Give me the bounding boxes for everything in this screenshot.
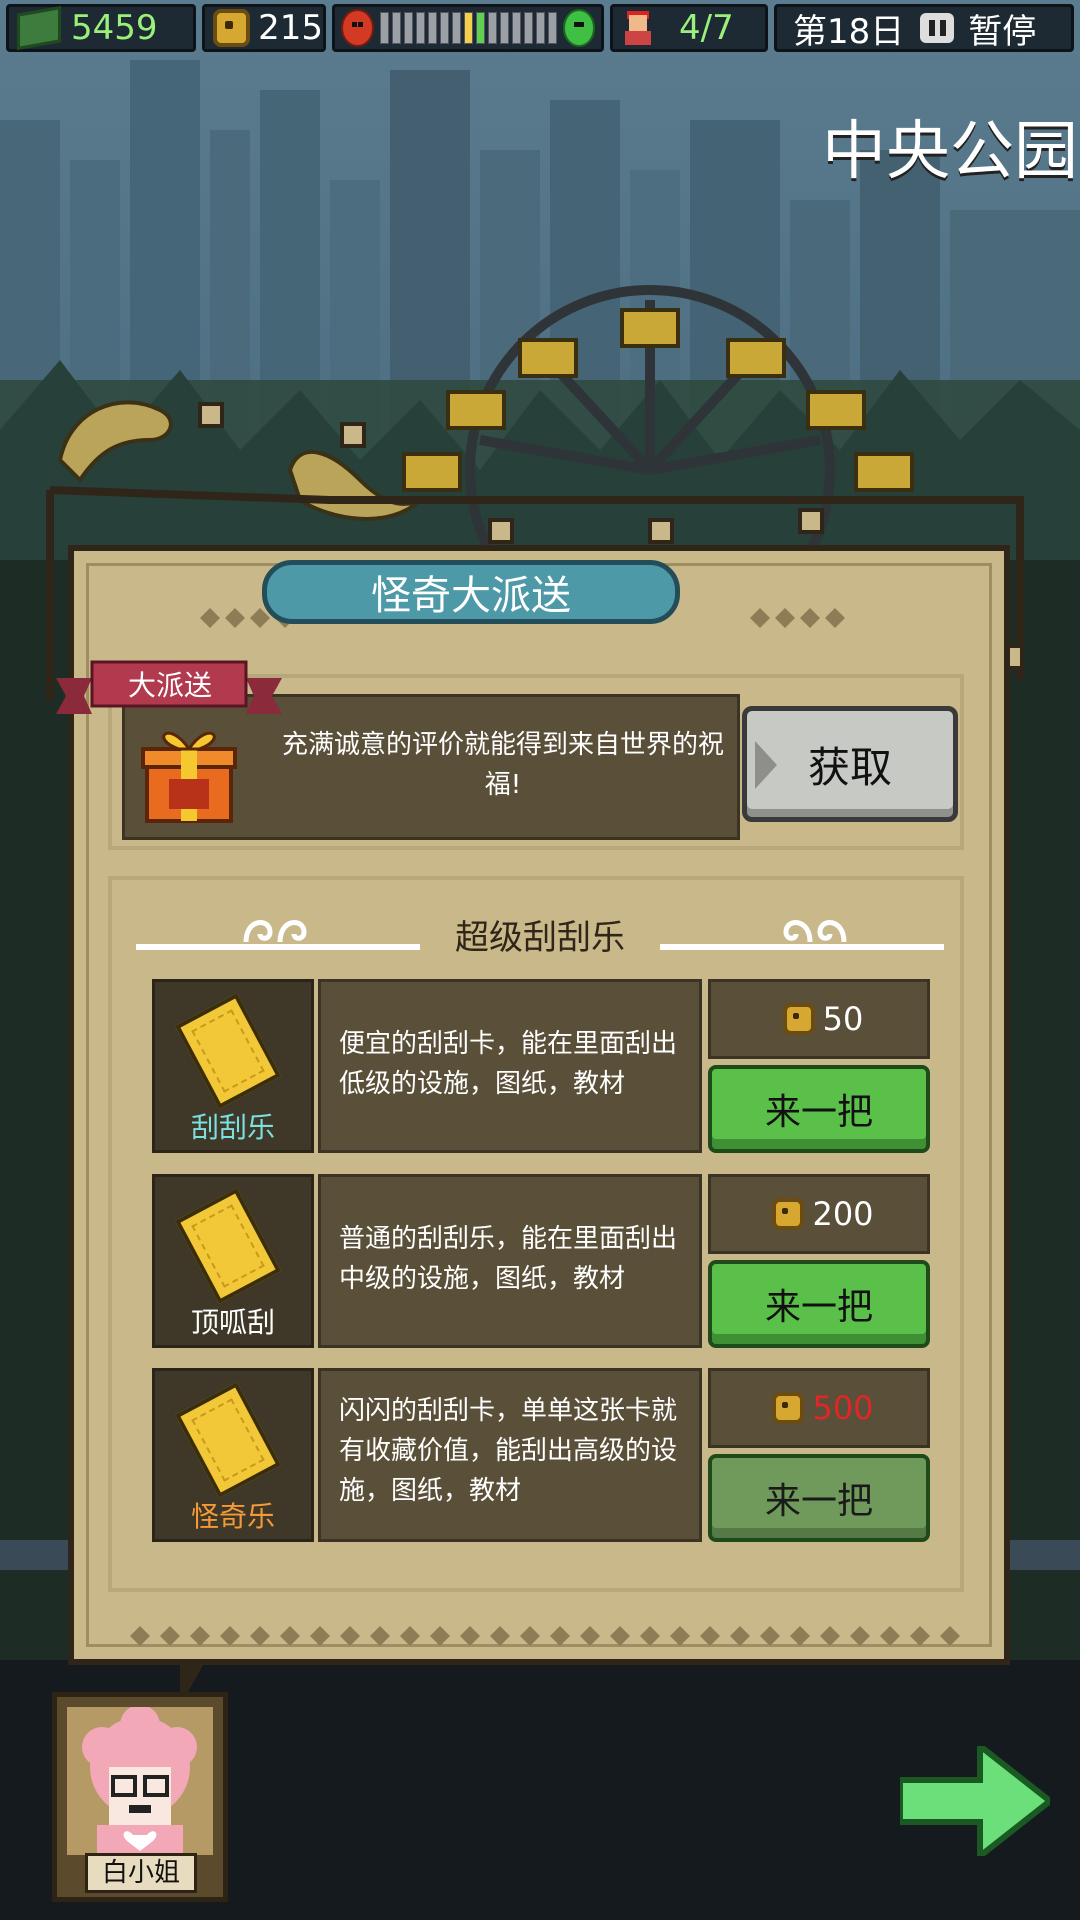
section-title: 超级刮刮乐 [455,918,625,958]
coin-icon [772,1198,805,1230]
pause-label[interactable]: 暂停 [968,4,1036,53]
scratch-item: 刮刮乐 便宜的刮刮卡，能在里面刮出低级的设施，图纸，教材 50 来一把 [152,979,930,1153]
price-value: 200 [812,1195,874,1233]
swirl-left-icon [243,920,307,943]
scratch-card-icon [175,993,281,1109]
scratch-item: 怪奇乐 闪闪的刮刮卡，单单这张卡就有收藏价值，能刮出高级的设施，图纸，教材 50… [152,1368,930,1542]
angry-face-icon [341,9,374,47]
cash-icon [17,6,61,50]
avatar [82,1707,197,1855]
staff-counter: 4/7 [610,4,768,52]
mood-bar [379,12,557,44]
scratch-card-icon [175,1188,281,1304]
get-reward-button[interactable]: 获取 [742,706,958,822]
scratch-item: 顶呱刮 普通的刮刮乐，能在里面刮出中级的设施，图纸，教材 200 来一把 [152,1174,930,1348]
buy-button[interactable]: 来一把 [708,1454,930,1542]
gift-icon [141,731,237,823]
cash-value: 5459 [71,8,158,48]
price-value: 500 [812,1389,874,1427]
happy-face-icon [562,9,595,47]
item-thumbnail: 怪奇乐 [152,1368,314,1542]
coin-icon [772,1392,805,1424]
get-reward-label: 获取 [807,742,892,792]
panel-title: 怪奇大派送 [262,560,680,624]
item-price: 500 [708,1368,930,1448]
pause-button[interactable] [920,13,955,43]
mood-meter [332,4,604,52]
price-value: 50 [822,1000,864,1038]
panel-bottom-decoration [130,1626,960,1646]
item-name: 刮刮乐 [190,1111,275,1144]
day-display: 第18日 暂停 [774,4,1074,52]
swirl-right-icon [783,920,847,943]
coin-counter: 215 [202,4,326,52]
pause-icon [928,20,935,36]
staff-icon [623,11,653,45]
day-value: 第18日 [793,11,905,52]
location-title: 中央公园 [822,115,1078,189]
npc-portrait[interactable]: 白小姐 [52,1692,228,1902]
item-name: 顶呱刮 [190,1306,275,1339]
item-description: 闪闪的刮刮卡，单单这张卡就有收藏价值，能刮出高级的设施，图纸，教材 [318,1368,702,1542]
buy-button[interactable]: 来一把 [708,1260,930,1348]
item-price: 50 [708,979,930,1059]
npc-name: 白小姐 [85,1853,197,1893]
promo-card: 充满诚意的评价就能得到来自世界的祝福! [122,694,740,840]
item-thumbnail: 刮刮乐 [152,979,314,1153]
item-description: 便宜的刮刮卡，能在里面刮出低级的设施，图纸，教材 [318,979,702,1153]
cash-counter: 5459 [6,4,196,52]
item-price: 200 [708,1174,930,1254]
scratch-card-icon [175,1382,281,1498]
item-description: 普通的刮刮乐，能在里面刮出中级的设施，图纸，教材 [318,1174,702,1348]
staff-value: 4/7 [679,8,734,48]
promo-description: 充满诚意的评价就能得到来自世界的祝福! [281,730,724,800]
coin-value: 215 [258,8,323,48]
item-name: 怪奇乐 [190,1500,275,1533]
coin-icon [782,1003,815,1035]
ribbon-label: 大派送 [127,669,212,702]
next-arrow-icon[interactable] [900,1746,1050,1856]
coin-icon [213,9,251,47]
game-scene: 5459 215 4/7 第18日 暂停 中央公园 怪奇大派送 充满诚意的评价就… [0,0,1080,1920]
item-thumbnail: 顶呱刮 [152,1174,314,1348]
buy-button[interactable]: 来一把 [708,1065,930,1153]
